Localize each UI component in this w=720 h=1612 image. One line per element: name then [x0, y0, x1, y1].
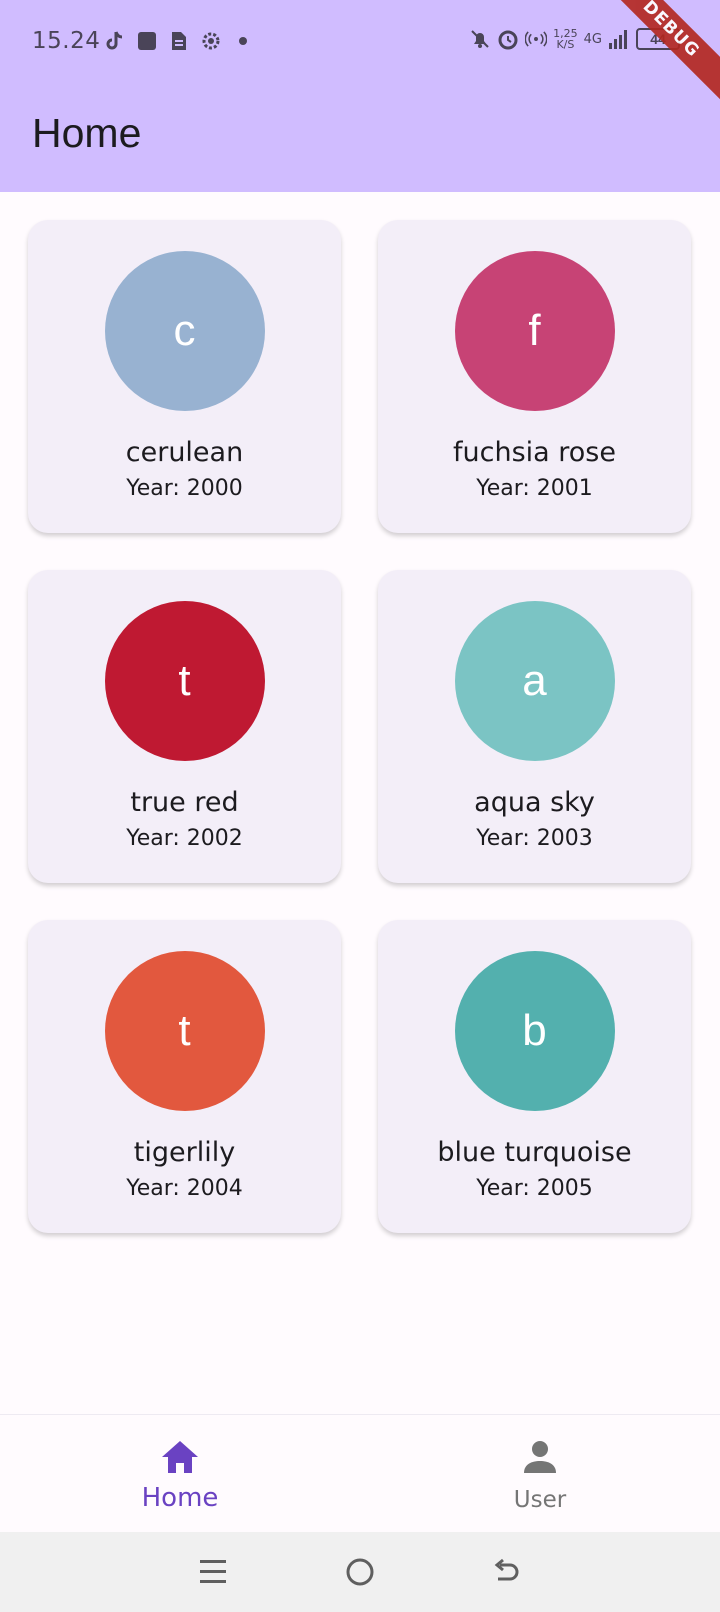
color-name: cerulean — [125, 437, 244, 468]
hotspot-icon — [525, 28, 548, 50]
menu-icon[interactable] — [193, 1552, 233, 1592]
alarm-icon — [497, 28, 519, 50]
back-icon[interactable] — [487, 1552, 527, 1592]
app-bar: 15.24 1,25 K/S 4G 44 Home — [0, 0, 720, 192]
color-card[interactable]: t true red Year: 2002 — [28, 570, 341, 883]
status-bar: 15.24 1,25 K/S 4G 44 — [0, 22, 720, 62]
system-navigation-bar — [0, 1532, 720, 1612]
color-card[interactable]: f fuchsia rose Year: 2001 — [378, 220, 691, 533]
nav-item-user[interactable]: User — [360, 1415, 720, 1533]
color-avatar: t — [104, 601, 265, 761]
stop-square-icon — [136, 30, 158, 52]
color-name: tigerlily — [133, 1137, 236, 1168]
color-year: Year: 2004 — [126, 1176, 243, 1201]
color-avatar: t — [104, 951, 265, 1111]
color-card[interactable]: c cerulean Year: 2000 — [28, 220, 341, 533]
color-card[interactable]: a aqua sky Year: 2003 — [378, 570, 691, 883]
network-type: 4G — [583, 31, 602, 47]
color-name: aqua sky — [474, 787, 595, 818]
color-name: fuchsia rose — [453, 437, 616, 468]
color-avatar: f — [454, 251, 615, 411]
nav-label-home: Home — [141, 1483, 219, 1513]
network-speed: 1,25 K/S — [553, 28, 578, 50]
nav-label-user: User — [513, 1487, 567, 1513]
dot-icon — [232, 30, 254, 52]
network-speed-unit: K/S — [556, 38, 575, 51]
bottom-navigation-bar: Home User — [0, 1414, 720, 1532]
home-circle-icon[interactable] — [340, 1552, 380, 1592]
status-time: 15.24 — [32, 28, 101, 54]
color-year: Year: 2000 — [126, 476, 243, 501]
color-avatar: a — [454, 601, 615, 761]
bell-off-icon — [469, 28, 491, 50]
nav-item-home[interactable]: Home — [0, 1415, 360, 1533]
tiktok-icon — [104, 30, 126, 52]
color-grid: c cerulean Year: 2000 f fuchsia rose Year: 20… — [28, 220, 692, 1233]
color-year: Year: 2002 — [126, 826, 243, 851]
color-avatar: c — [104, 251, 265, 411]
color-avatar: b — [454, 951, 615, 1111]
person-icon — [518, 1435, 562, 1479]
color-year: Year: 2003 — [476, 826, 593, 851]
color-year: Year: 2005 — [476, 1176, 593, 1201]
color-card[interactable]: t tigerlily Year: 2004 — [28, 920, 341, 1233]
home-icon — [158, 1435, 202, 1479]
color-year: Year: 2001 — [476, 476, 593, 501]
color-name: blue turquoise — [437, 1137, 632, 1168]
page-title: Home — [32, 110, 142, 156]
document-icon — [168, 30, 190, 52]
system-status-icons: 1,25 K/S 4G 44 — [469, 28, 680, 50]
settings-icon — [200, 30, 222, 52]
signal-icon — [608, 28, 630, 50]
color-card[interactable]: b blue turquoise Year: 2005 — [378, 920, 691, 1233]
color-name: true red — [130, 787, 239, 818]
notification-icons — [104, 30, 254, 52]
